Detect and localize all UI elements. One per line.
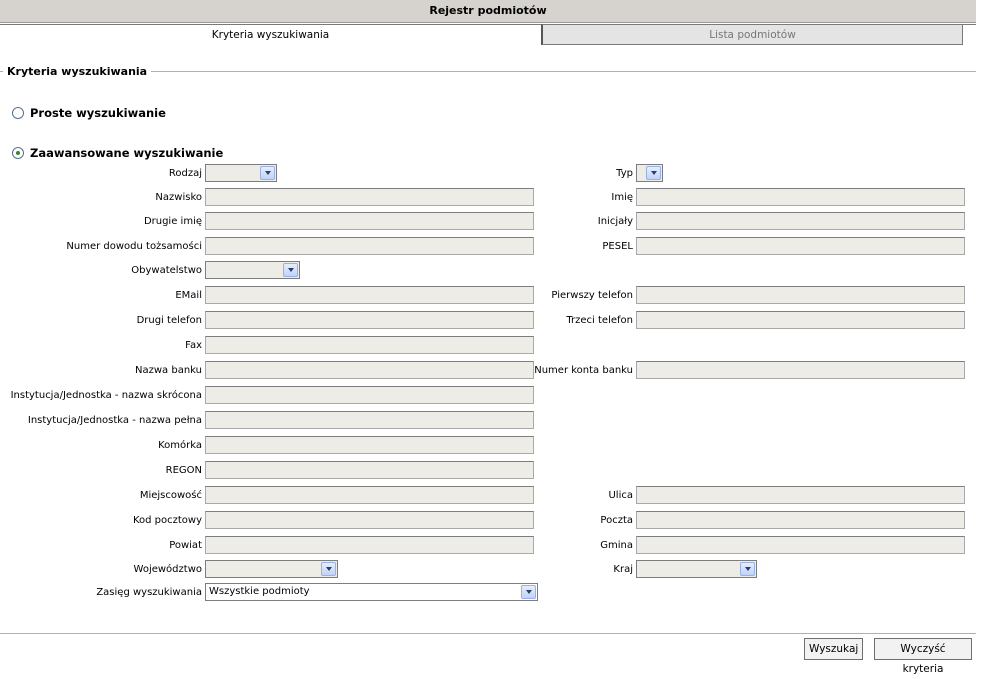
regon-label: REGON — [165, 465, 202, 476]
window-title: Rejestr podmiotów — [0, 0, 976, 23]
numer-konta-input[interactable] — [636, 361, 965, 379]
powiat-label: Powiat — [169, 540, 202, 551]
drugi-telefon-label: Drugi telefon — [136, 315, 202, 326]
nazwisko-label: Nazwisko — [155, 192, 202, 203]
gmina-label: Gmina — [600, 540, 633, 551]
chevron-down-icon — [260, 166, 275, 180]
instytucja-pelna-input[interactable] — [205, 411, 534, 429]
wojewodztwo-label: Województwo — [133, 564, 202, 575]
obywatelstwo-select[interactable] — [205, 261, 300, 279]
rodzaj-label: Rodzaj — [168, 168, 202, 179]
email-label: EMail — [175, 290, 202, 301]
komorka-label: Komórka — [158, 440, 202, 451]
komorka-input[interactable] — [205, 436, 534, 454]
pierwszy-telefon-label: Pierwszy telefon — [551, 290, 633, 301]
kod-pocztowy-label: Kod pocztowy — [132, 515, 202, 526]
advanced-search-option[interactable]: Zaawansowane wyszukiwanie — [12, 146, 223, 160]
kod-pocztowy-input[interactable] — [205, 511, 534, 529]
fieldset-legend: Kryteria wyszukiwania — [3, 65, 152, 78]
simple-search-option[interactable]: Proste wyszukiwanie — [12, 106, 166, 120]
tab-entity-list[interactable]: Lista podmiotów — [541, 24, 963, 45]
fax-input[interactable] — [205, 336, 534, 354]
numer-dowodu-label: Numer dowodu tożsamości — [66, 241, 202, 252]
kraj-label: Kraj — [613, 564, 633, 575]
wojewodztwo-select[interactable] — [205, 560, 338, 578]
instytucja-skrocona-input[interactable] — [205, 386, 534, 404]
instytucja-skrocona-label: Instytucja/Jednostka - nazwa skrócona — [10, 390, 202, 401]
typ-select[interactable] — [636, 164, 663, 182]
powiat-input[interactable] — [205, 536, 534, 554]
tab-strip-end — [963, 24, 976, 45]
tab-search-criteria[interactable]: Kryteria wyszukiwania — [0, 24, 541, 45]
ulica-label: Ulica — [608, 490, 633, 501]
numer-dowodu-input[interactable] — [205, 237, 534, 255]
advanced-search-label: Zaawansowane wyszukiwanie — [30, 146, 224, 160]
drugie-imie-label: Drugie imię — [143, 216, 202, 227]
nazwa-banku-input[interactable] — [205, 361, 534, 379]
poczta-label: Poczta — [600, 515, 633, 526]
imie-input[interactable] — [636, 188, 965, 206]
chevron-down-icon — [646, 166, 661, 180]
pesel-input[interactable] — [636, 237, 965, 255]
trzeci-telefon-label: Trzeci telefon — [566, 315, 633, 326]
instytucja-pelna-label: Instytucja/Jednostka - nazwa pełna — [27, 415, 202, 426]
clear-criteria-button[interactable]: Wyczyść kryteria — [874, 638, 972, 675]
chevron-down-icon — [283, 263, 298, 277]
advanced-search-radio[interactable] — [12, 147, 24, 159]
zasieg-value: Wszystkie podmioty — [209, 586, 310, 597]
zasieg-label: Zasięg wyszukiwania — [96, 587, 202, 598]
chevron-down-icon — [740, 562, 755, 576]
simple-search-radio[interactable] — [12, 107, 24, 119]
zasieg-select[interactable]: Wszystkie podmioty — [205, 583, 538, 601]
drugie-imie-input[interactable] — [205, 212, 534, 230]
miejscowosc-input[interactable] — [205, 486, 534, 504]
email-input[interactable] — [205, 286, 534, 304]
imie-label: Imię — [611, 192, 633, 203]
poczta-input[interactable] — [636, 511, 965, 529]
inicjaly-label: Inicjały — [597, 216, 633, 227]
simple-search-label: Proste wyszukiwanie — [30, 106, 166, 120]
regon-input[interactable] — [205, 461, 534, 479]
drugi-telefon-input[interactable] — [205, 311, 534, 329]
trzeci-telefon-input[interactable] — [636, 311, 965, 329]
numer-konta-label: Numer konta banku — [534, 365, 633, 376]
nazwisko-input[interactable] — [205, 188, 534, 206]
search-button[interactable]: Wyszukaj — [804, 638, 863, 660]
rodzaj-select[interactable] — [205, 164, 277, 182]
chevron-down-icon — [321, 562, 336, 576]
pierwszy-telefon-input[interactable] — [636, 286, 965, 304]
ulica-input[interactable] — [636, 486, 965, 504]
footer-divider — [0, 633, 976, 634]
chevron-down-icon — [521, 585, 536, 599]
gmina-input[interactable] — [636, 536, 965, 554]
typ-label: Typ — [616, 168, 633, 179]
inicjaly-input[interactable] — [636, 212, 965, 230]
pesel-label: PESEL — [602, 241, 633, 252]
nazwa-banku-label: Nazwa banku — [135, 365, 202, 376]
miejscowosc-label: Miejscowość — [139, 490, 202, 501]
obywatelstwo-label: Obywatelstwo — [131, 265, 202, 276]
kraj-select[interactable] — [636, 560, 757, 578]
fax-label: Fax — [185, 340, 202, 351]
